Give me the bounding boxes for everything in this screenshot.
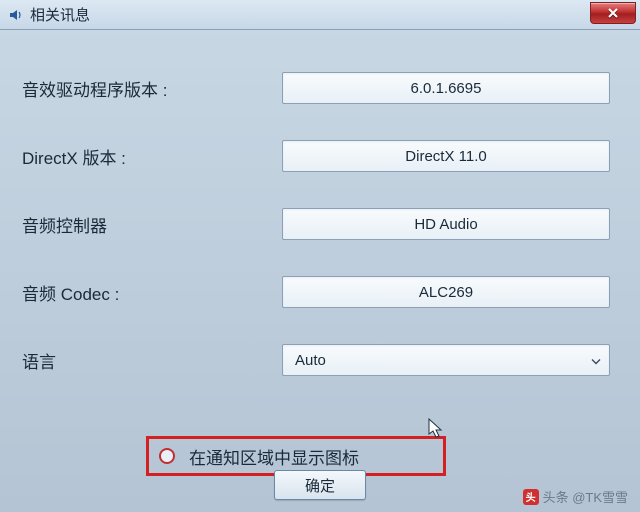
dropdown-language-value: Auto — [295, 352, 326, 369]
titlebar: 相关讯息 — [0, 0, 640, 30]
row-driver-version: 音效驱动程序版本 : 6.0.1.6695 — [22, 70, 610, 106]
value-driver-version: 6.0.1.6695 — [282, 72, 610, 104]
content-area: 音效驱动程序版本 : 6.0.1.6695 DirectX 版本 : Direc… — [0, 30, 640, 496]
value-audio-codec: ALC269 — [282, 276, 610, 308]
row-language: 语言 Auto — [22, 342, 610, 378]
row-audio-codec: 音频 Codec : ALC269 — [22, 274, 610, 310]
value-directx-version: DirectX 11.0 — [282, 140, 610, 172]
label-language: 语言 — [22, 348, 282, 373]
radio-icon — [159, 448, 175, 464]
dropdown-language[interactable]: Auto — [282, 344, 610, 376]
chevron-down-icon — [591, 352, 601, 369]
label-directx-version: DirectX 版本 : — [22, 144, 282, 169]
close-button[interactable] — [590, 2, 636, 24]
toutiao-logo-icon: 头 — [523, 489, 539, 505]
close-icon — [607, 8, 619, 18]
ok-button[interactable]: 确定 — [274, 470, 366, 500]
attribution-text: 头条 @TK雪雪 — [543, 487, 628, 506]
label-driver-version: 音效驱动程序版本 : — [22, 76, 282, 101]
window-title: 相关讯息 — [30, 4, 90, 25]
row-directx-version: DirectX 版本 : DirectX 11.0 — [22, 138, 610, 174]
ok-button-label: 确定 — [305, 475, 335, 496]
show-tray-icon-label: 在通知区域中显示图标 — [189, 444, 359, 469]
attribution: 头 头条 @TK雪雪 — [523, 487, 628, 506]
label-audio-controller: 音频控制器 — [22, 212, 282, 237]
row-audio-controller: 音频控制器 HD Audio — [22, 206, 610, 242]
value-audio-controller: HD Audio — [282, 208, 610, 240]
info-dialog: 相关讯息 音效驱动程序版本 : 6.0.1.6695 DirectX 版本 : … — [0, 0, 640, 512]
label-audio-codec: 音频 Codec : — [22, 280, 282, 305]
speaker-icon — [8, 7, 24, 23]
